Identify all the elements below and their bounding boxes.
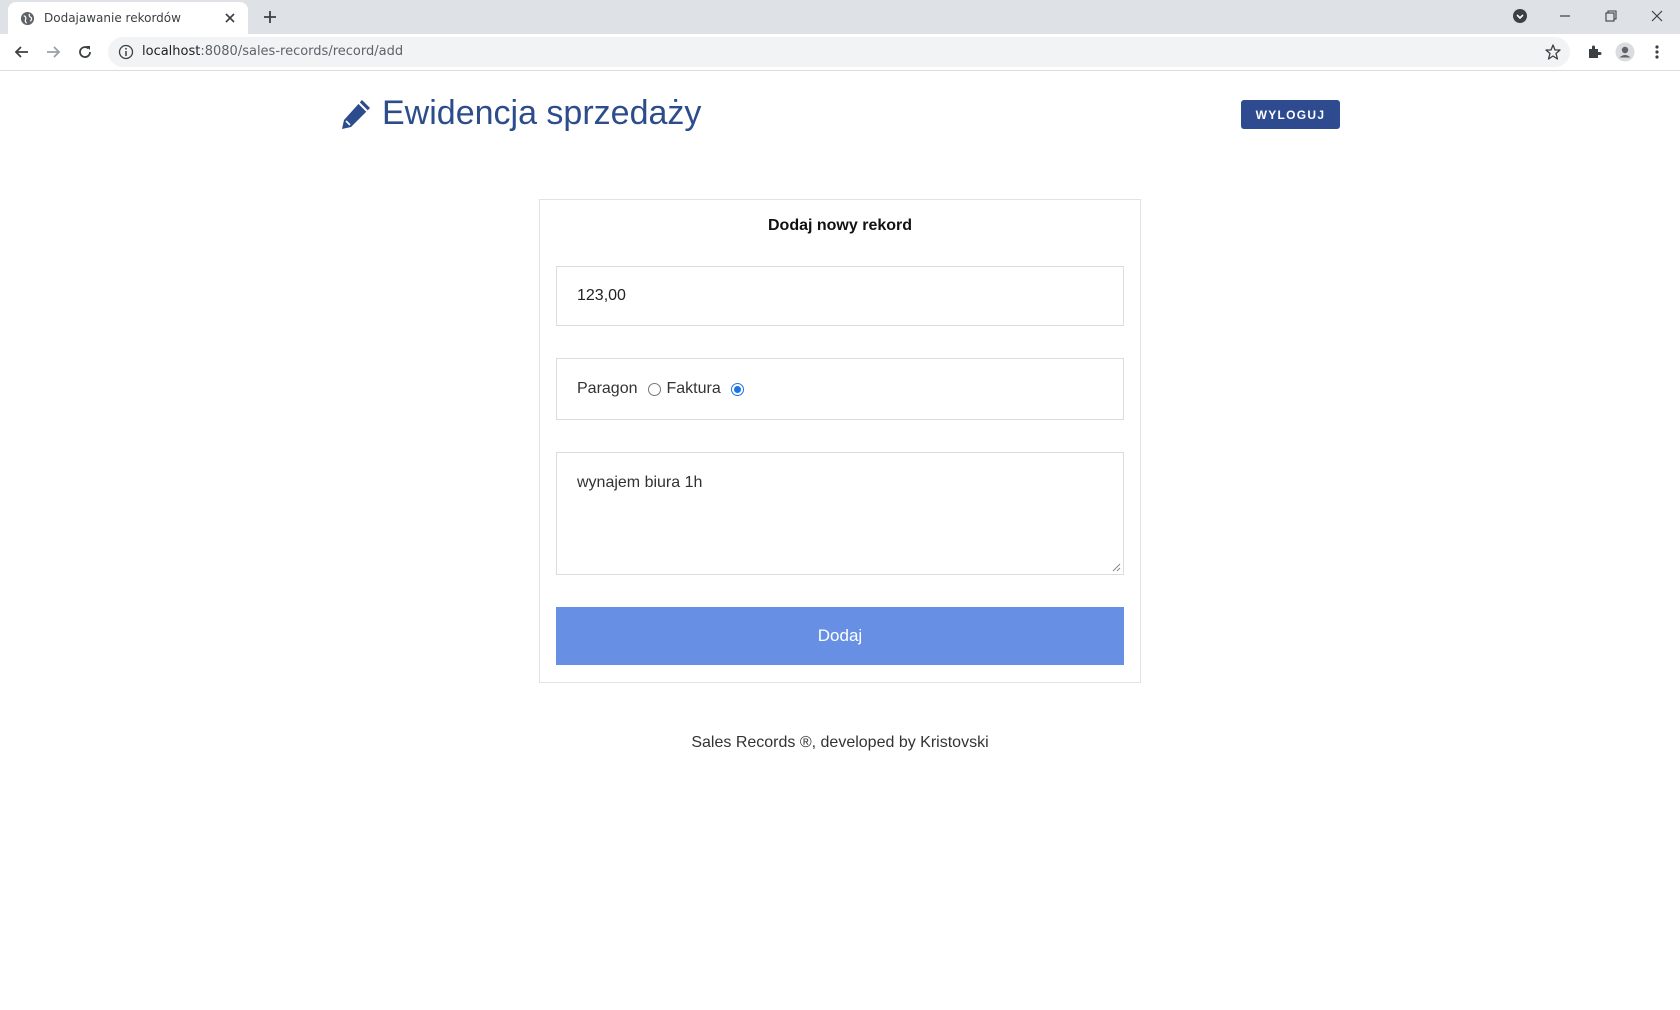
minimize-icon[interactable] <box>1551 4 1579 28</box>
footer-text: Sales Records ®, developed by Kristovski <box>691 734 989 751</box>
pencil-icon <box>342 99 370 129</box>
reload-icon[interactable] <box>73 40 97 64</box>
back-icon[interactable] <box>10 40 34 64</box>
document-type-group: Paragon Faktura <box>556 358 1124 420</box>
browser-tab[interactable]: Dodajawanie rekordów <box>8 2 248 34</box>
radio-paragon-label: Paragon <box>577 380 638 397</box>
address-bar[interactable]: localhost:8080/sales-records/record/add <box>108 37 1570 67</box>
description-textarea[interactable]: wynajem biura 1h <box>556 452 1124 575</box>
radio-paragon[interactable] <box>647 382 661 396</box>
submit-button[interactable]: Dodaj <box>556 607 1124 665</box>
form-title: Dodaj nowy rekord <box>767 217 913 234</box>
forward-icon[interactable] <box>41 40 65 64</box>
amount-value: 123,00 <box>577 287 626 304</box>
browser-toolbar: localhost:8080/sales-records/record/add <box>0 34 1680 71</box>
close-window-icon[interactable] <box>1643 4 1671 28</box>
page-title: Ewidencja sprzedaży <box>382 94 702 132</box>
new-tab-icon[interactable] <box>260 7 280 27</box>
url-text: localhost:8080/sales-records/record/add <box>142 44 404 59</box>
profile-avatar-icon[interactable] <box>1613 40 1637 64</box>
radio-faktura[interactable] <box>730 382 744 396</box>
bookmark-star-icon[interactable] <box>1544 43 1562 61</box>
app-header: Ewidencja sprzedaży <box>338 94 701 133</box>
tab-title: Dodajawanie rekordów <box>44 11 181 25</box>
radio-faktura-label: Faktura <box>666 380 721 397</box>
tab-search-icon[interactable] <box>1506 4 1534 28</box>
extensions-icon[interactable] <box>1582 40 1606 64</box>
resize-handle-icon[interactable] <box>1112 563 1121 572</box>
description-value: wynajem biura 1h <box>577 474 703 491</box>
close-tab-icon[interactable] <box>222 10 238 26</box>
add-record-form: Dodaj nowy rekord 123,00 Paragon Faktura… <box>539 199 1141 683</box>
globe-icon <box>20 11 35 26</box>
page: Ewidencja sprzedaży WYLOGUJ Dodaj nowy r… <box>0 72 1680 1010</box>
restore-icon[interactable] <box>1597 4 1625 28</box>
menu-kebab-icon[interactable] <box>1645 40 1669 64</box>
amount-input[interactable]: 123,00 <box>556 266 1124 326</box>
logout-button[interactable]: WYLOGUJ <box>1241 100 1340 129</box>
info-icon[interactable] <box>118 44 134 60</box>
browser-tabstrip: Dodajawanie rekordów <box>0 0 1680 34</box>
